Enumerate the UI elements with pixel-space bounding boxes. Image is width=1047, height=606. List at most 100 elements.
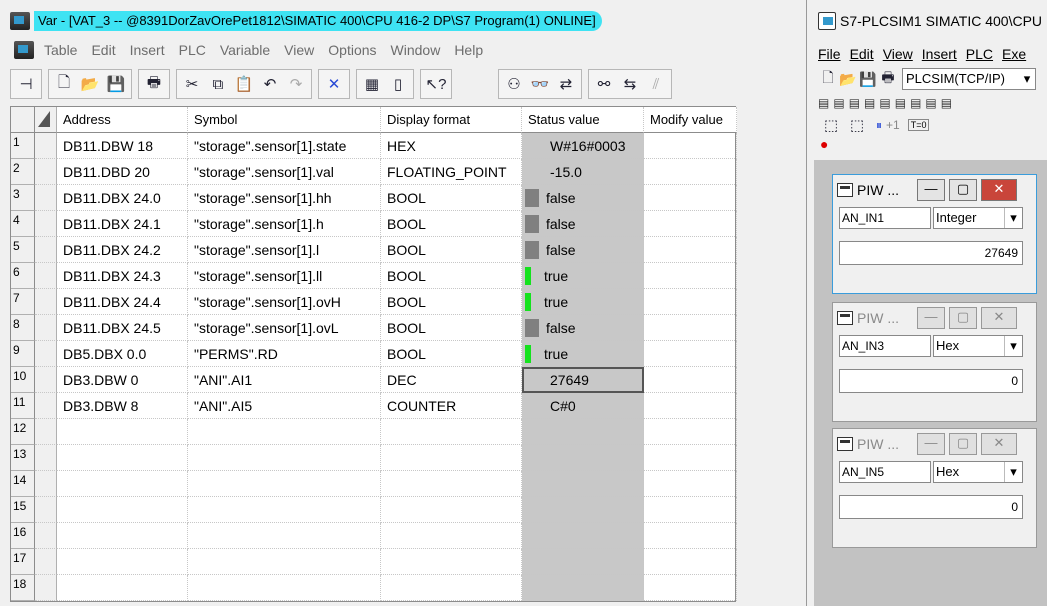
new-file-icon[interactable]: 🗋	[52, 72, 76, 96]
address-cell[interactable]	[57, 419, 188, 445]
status-value-cell[interactable]: false	[522, 237, 644, 263]
menu-variable[interactable]: Variable	[220, 42, 270, 58]
row-flag[interactable]	[35, 549, 57, 575]
row-flag[interactable]	[35, 133, 57, 159]
display-format-cell[interactable]: FLOATING_POINT	[381, 159, 522, 185]
status-value-cell[interactable]	[522, 575, 644, 601]
minimize-icon[interactable]: —	[917, 179, 945, 201]
row-number[interactable]: 18	[11, 575, 35, 601]
menu-view[interactable]: View	[284, 42, 314, 58]
table-row[interactable]: 9 DB5.DBX 0.0 "PERMS".RD BOOL true	[11, 341, 737, 367]
table-row[interactable]: 2 DB11.DBD 20 "storage".sensor[1].val FLOAT…	[11, 159, 737, 185]
table-row[interactable]: 14	[11, 471, 737, 497]
modify-variable-icon[interactable]: ⇄	[554, 72, 578, 96]
connection-select[interactable]: PLCSIM(TCP/IP) ▾	[902, 68, 1036, 90]
status-value-cell[interactable]	[522, 445, 644, 471]
symbol-cell[interactable]: "storage".sensor[1].ll	[188, 263, 381, 289]
row-flag[interactable]	[35, 419, 57, 445]
insert-generic-icon[interactable]: ▤	[895, 96, 906, 110]
modify-value-cell[interactable]	[644, 367, 737, 393]
row-number[interactable]: 15	[11, 497, 35, 523]
next-scan-button[interactable]: +1	[886, 118, 900, 132]
plcsim-title-bar[interactable]: S7-PLCSIM1 SIMATIC 400\CPU	[812, 0, 1047, 32]
piw-window[interactable]: PIW ... — ▢ ✕ AN_IN5 Hex ▾ 0	[832, 428, 1037, 548]
piw-address-input[interactable]: AN_IN5	[839, 461, 931, 483]
maximize-icon[interactable]: ▢	[949, 179, 977, 201]
row-number[interactable]: 10	[11, 367, 35, 393]
table-row[interactable]: 10 DB3.DBW 0 "ANI".AI1 DEC 27649	[11, 367, 737, 393]
modify-value-cell[interactable]	[644, 497, 737, 523]
address-cell[interactable]: DB11.DBD 20	[57, 159, 188, 185]
save-icon[interactable]: 💾	[104, 72, 128, 96]
display-format-cell[interactable]: BOOL	[381, 341, 522, 367]
modify-value-cell[interactable]	[644, 159, 737, 185]
piw-value-input[interactable]: 0	[839, 495, 1023, 519]
piw-window[interactable]: PIW ... — ▢ ✕ AN_IN1 Integer ▾ 27649	[832, 174, 1037, 294]
insert-accumulators-icon[interactable]: ▤	[941, 96, 952, 110]
table-row[interactable]: 3 DB11.DBX 24.0 "storage".sensor[1].hh BOOL…	[11, 185, 737, 211]
header-flag-column[interactable]	[35, 107, 57, 133]
header-address[interactable]: Address	[57, 107, 188, 133]
symbol-cell[interactable]: "storage".sensor[1].ovH	[188, 289, 381, 315]
print-icon[interactable]: 🖶	[142, 72, 166, 96]
table-row[interactable]: 1 DB11.DBW 18 "storage".sensor[1].state HEX…	[11, 133, 737, 159]
piw-format-select[interactable]: Hex ▾	[933, 335, 1023, 357]
symbol-cell[interactable]: "storage".sensor[1].hh	[188, 185, 381, 211]
row-flag[interactable]	[35, 445, 57, 471]
status-value-cell[interactable]	[522, 471, 644, 497]
symbol-cell[interactable]: "storage".sensor[1].h	[188, 211, 381, 237]
table-row[interactable]: 7 DB11.DBX 24.4 "storage".sensor[1].ovH BOO…	[11, 289, 737, 315]
minimize-icon[interactable]: —	[917, 433, 945, 455]
row-number[interactable]: 2	[11, 159, 35, 185]
menu-insert[interactable]: Insert	[130, 42, 165, 58]
undo-icon[interactable]: ↶	[258, 72, 282, 96]
menu-help[interactable]: Help	[454, 42, 483, 58]
address-cell[interactable]: DB3.DBW 8	[57, 393, 188, 419]
piw-value-input[interactable]: 0	[839, 369, 1023, 393]
status-value-cell[interactable]: true	[522, 289, 644, 315]
symbol-cell[interactable]	[188, 523, 381, 549]
row-number[interactable]: 17	[11, 549, 35, 575]
modify-value-cell[interactable]	[644, 185, 737, 211]
minimize-icon[interactable]: —	[917, 307, 945, 329]
display-format-cell[interactable]: BOOL	[381, 263, 522, 289]
menu-doc-icon[interactable]	[14, 41, 34, 59]
modify-value-cell[interactable]	[644, 549, 737, 575]
row-number[interactable]: 14	[11, 471, 35, 497]
ps-menu-edit[interactable]: Edit	[850, 46, 874, 62]
row-flag[interactable]	[35, 237, 57, 263]
address-cell[interactable]: DB11.DBX 24.1	[57, 211, 188, 237]
ps-print-icon[interactable]: 🖶	[879, 67, 897, 91]
row-flag[interactable]	[35, 185, 57, 211]
symbol-cell[interactable]: "ANI".AI1	[188, 367, 381, 393]
ps-menu-file[interactable]: File	[818, 46, 841, 62]
ps-open-icon[interactable]: 📂	[839, 67, 857, 91]
row-number[interactable]: 11	[11, 393, 35, 419]
insert-bit-memory-icon[interactable]: ▤	[849, 96, 860, 110]
piw-address-input[interactable]: AN_IN1	[839, 207, 931, 229]
plc-status-icon[interactable]: ▯	[386, 72, 410, 96]
row-flag[interactable]	[35, 575, 57, 601]
menu-edit[interactable]: Edit	[91, 42, 115, 58]
row-flag[interactable]	[35, 289, 57, 315]
row-flag[interactable]	[35, 211, 57, 237]
symbol-cell[interactable]: "PERMS".RD	[188, 341, 381, 367]
piw-format-select[interactable]: Integer ▾	[933, 207, 1023, 229]
status-value-cell[interactable]: -15.0	[522, 159, 644, 185]
piw-title-bar[interactable]: PIW ... — ▢ ✕	[833, 303, 1036, 333]
table-row[interactable]: 12	[11, 419, 737, 445]
maximize-icon[interactable]: ▢	[949, 307, 977, 329]
symbol-cell[interactable]: "storage".sensor[1].l	[188, 237, 381, 263]
address-cell[interactable]	[57, 445, 188, 471]
update-monitor-icon[interactable]: ⚯	[592, 72, 616, 96]
table-row[interactable]: 13	[11, 445, 737, 471]
row-number[interactable]: 13	[11, 445, 35, 471]
row-number[interactable]: 1	[11, 133, 35, 159]
symbol-cell[interactable]	[188, 575, 381, 601]
display-format-cell[interactable]	[381, 549, 522, 575]
modify-value-cell[interactable]	[644, 419, 737, 445]
accessible-nodes-icon[interactable]: ▦	[360, 72, 384, 96]
modify-value-cell[interactable]	[644, 237, 737, 263]
row-flag[interactable]	[35, 159, 57, 185]
ps-new-icon[interactable]: 🗋	[819, 67, 837, 91]
